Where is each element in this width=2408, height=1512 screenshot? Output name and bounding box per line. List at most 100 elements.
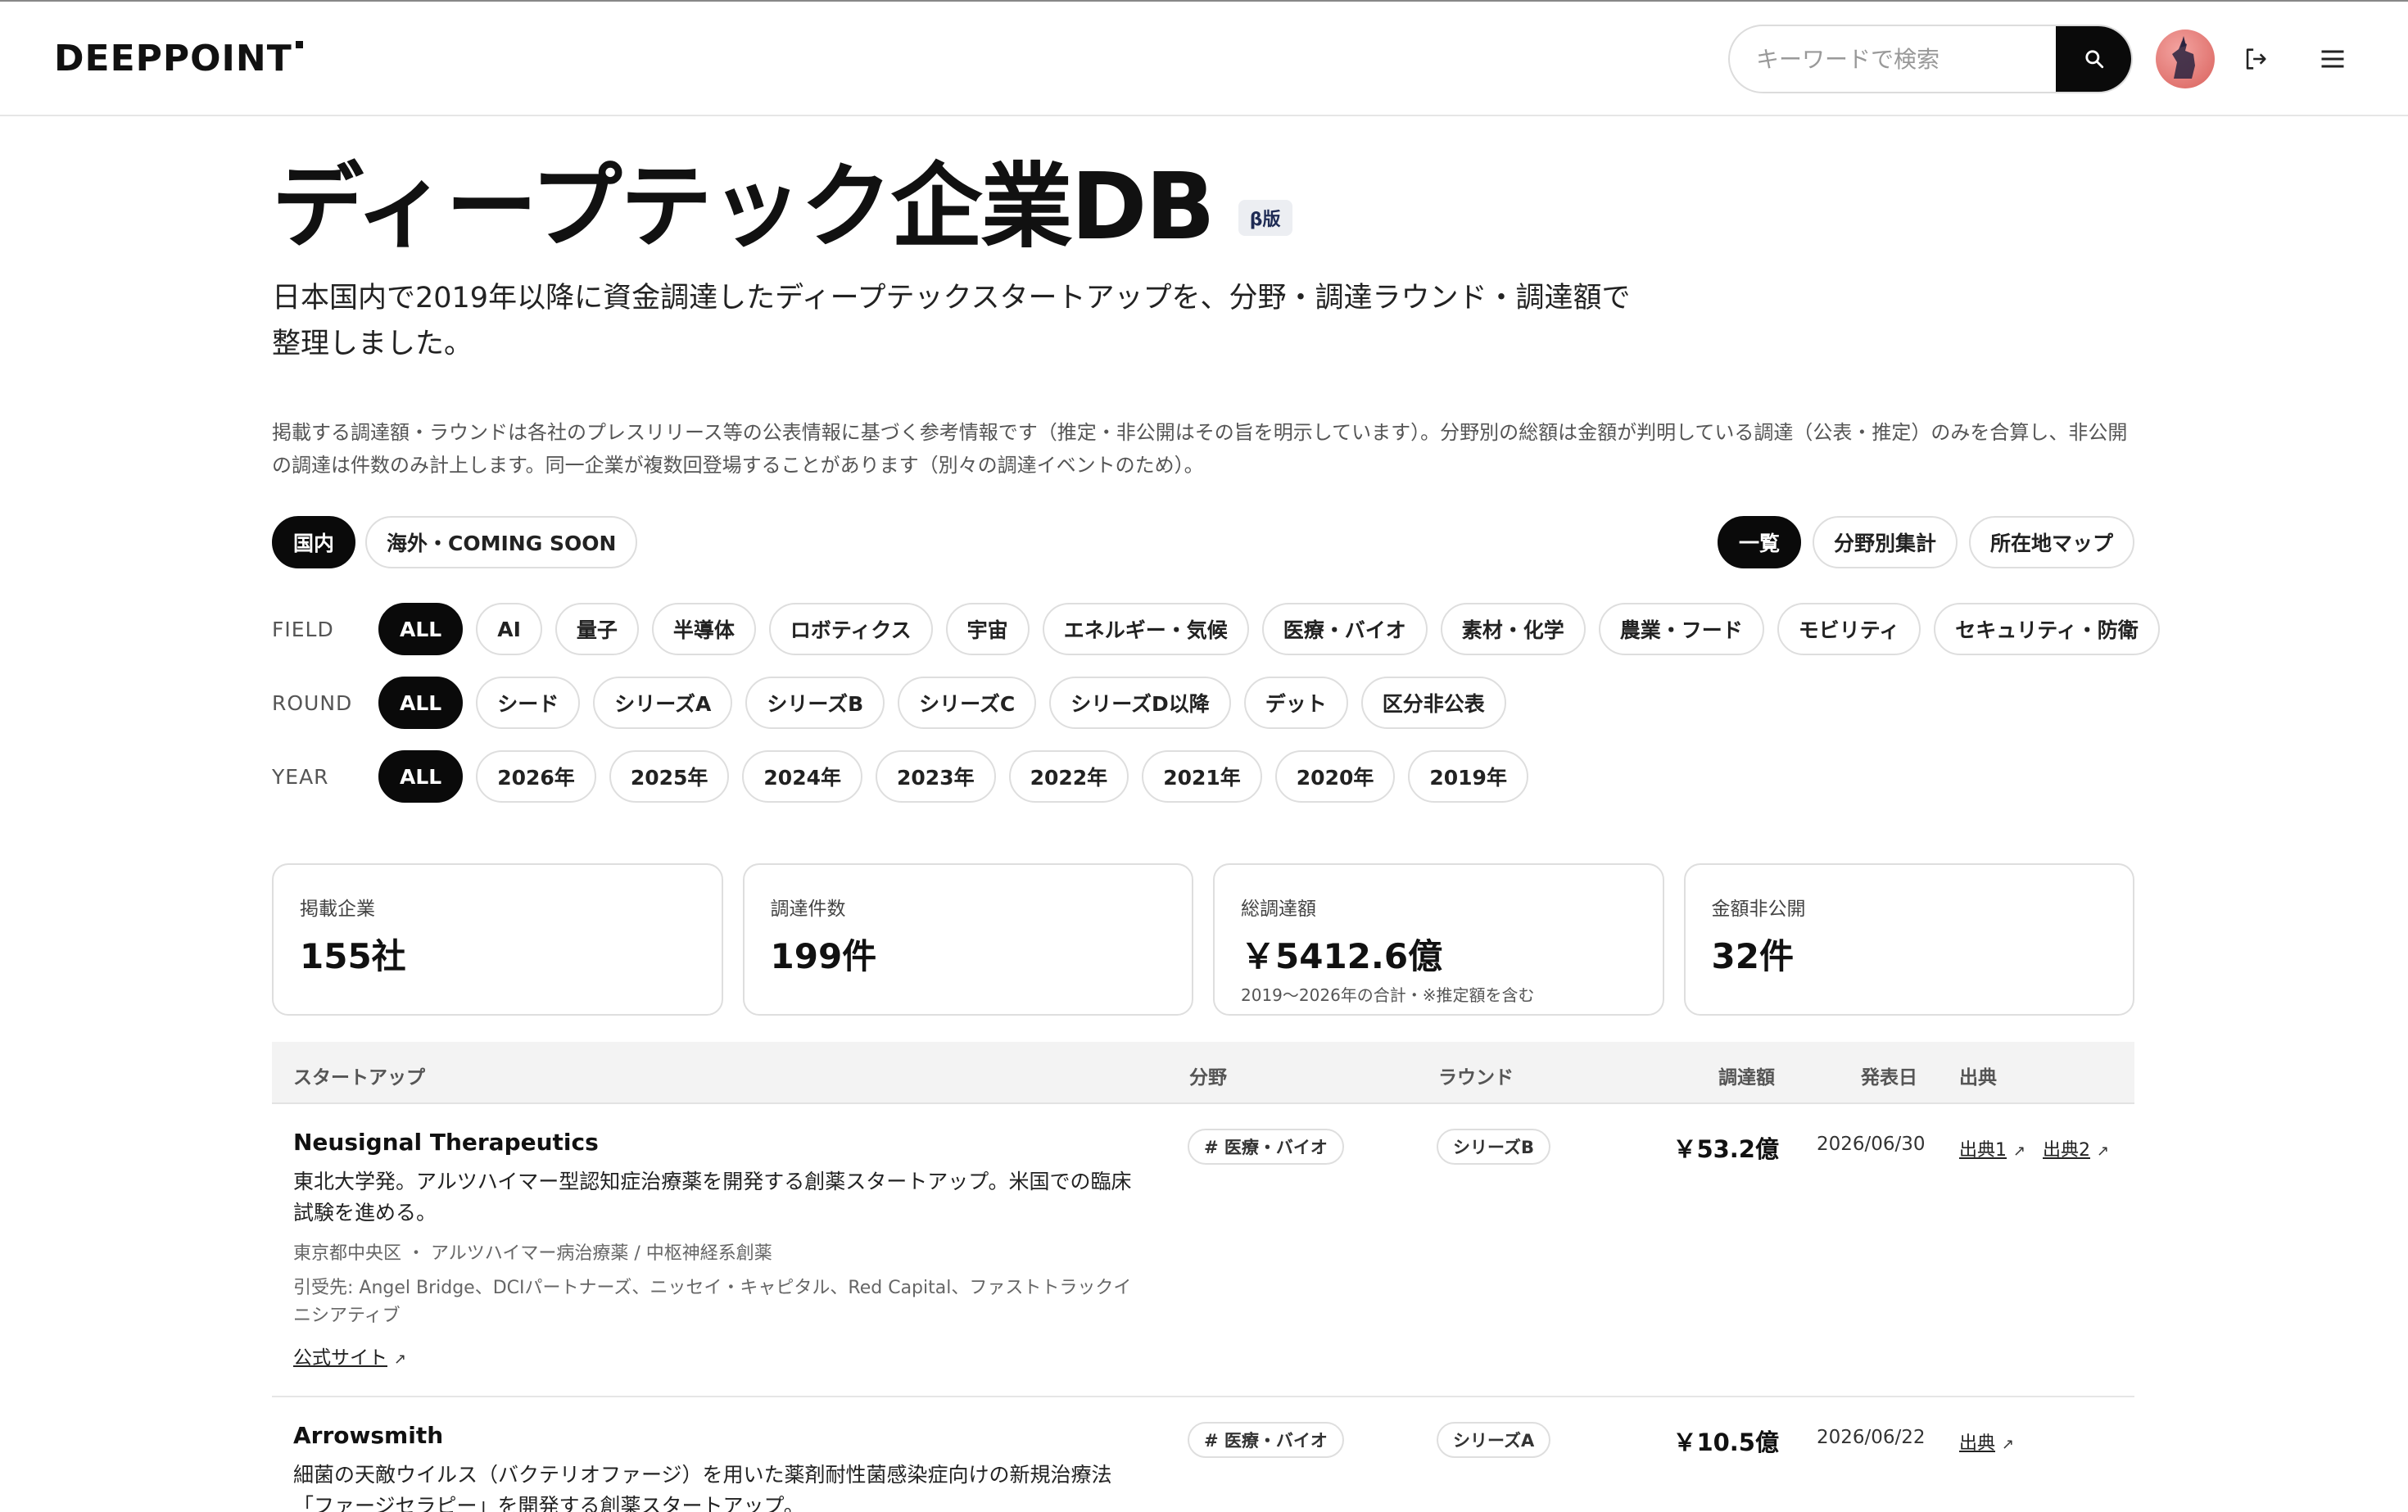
round-option-all[interactable]: ALL — [378, 677, 464, 729]
stat-card-undisclosed: 金額非公開 32件 — [1683, 863, 2134, 1016]
round-option-series-a[interactable]: シリーズA — [593, 677, 733, 729]
tab-field-summary[interactable]: 分野別集計 — [1812, 516, 1958, 568]
year-option-2021[interactable]: 2021年 — [1142, 750, 1262, 803]
year-option-2026[interactable]: 2026年 — [476, 750, 596, 803]
logo-text: DEEPPOINT — [54, 38, 292, 79]
round-option-debt[interactable]: デット — [1243, 677, 1348, 729]
search-box — [1728, 25, 2133, 93]
year-option-2022[interactable]: 2022年 — [1008, 750, 1129, 803]
field-option-medical-bio[interactable]: 医療・バイオ — [1261, 603, 1428, 655]
funding-amount: ￥53.2億 — [1672, 1135, 1779, 1163]
year-option-2023[interactable]: 2023年 — [876, 750, 996, 803]
round-option-series-c[interactable]: シリーズC — [898, 677, 1037, 729]
startup-description: 細菌の天敵ウイルス（バクテリオファージ）を用いた薬剤耐性菌感染症向けの新規治療法… — [293, 1463, 1112, 1512]
column-header-amount[interactable]: 調達額 — [1718, 1062, 1775, 1089]
stat-card-companies: 掲載企業 155社 — [272, 863, 723, 1016]
year-option-all[interactable]: ALL — [378, 750, 464, 803]
table-row: Arrowsmith 細菌の天敵ウイルス（バクテリオファージ）を用いた薬剤耐性菌… — [272, 1397, 2134, 1512]
region-tabs: 国内 海外・COMING SOON — [272, 516, 638, 568]
search-icon — [2085, 50, 2104, 69]
year-option-2024[interactable]: 2024年 — [742, 750, 862, 803]
column-header-field[interactable]: 分野 — [1189, 1062, 1227, 1089]
tab-list-view[interactable]: 一覧 — [1717, 516, 1801, 568]
column-header-startup[interactable]: スタートアップ — [293, 1062, 425, 1089]
startup-description: 東北大学発。アルツハイマー型認知症治療薬を開発する創薬スタートアップ。米国での臨… — [293, 1170, 1132, 1225]
funding-amount: ￥10.5億 — [1672, 1428, 1779, 1456]
tab-overseas[interactable]: 海外・COMING SOON — [365, 516, 638, 568]
source-link-2[interactable]: 出典2 ↗ — [2043, 1135, 2109, 1161]
source-label: 出典1 — [1959, 1140, 2007, 1161]
user-avatar[interactable] — [2156, 29, 2215, 88]
round-filter-row: ROUND ALL シード シリーズA シリーズB シリーズC シリーズD以降 … — [272, 677, 1506, 729]
year-filter-row: YEAR ALL 2026年 2025年 2024年 2023年 2022年 2… — [272, 750, 1528, 803]
stat-card-total-amount: 総調達額 ￥5412.6億 2019〜2026年の合計・※推定額を含む — [1213, 863, 1664, 1016]
field-tag[interactable]: # 医療・バイオ — [1188, 1422, 1344, 1458]
external-link-icon: ↗ — [394, 1351, 407, 1368]
field-option-agri-food[interactable]: 農業・フード — [1598, 603, 1764, 655]
round-filter-label: ROUND — [272, 690, 353, 715]
stat-label: 掲載企業 — [300, 899, 375, 920]
field-tag[interactable]: # 医療・バイオ — [1188, 1129, 1344, 1165]
round-option-series-d-plus[interactable]: シリーズD以降 — [1049, 677, 1231, 729]
search-button[interactable] — [2056, 26, 2131, 92]
top-navigation-bar: DEEPPOINT — [0, 0, 2408, 116]
round-option-seed[interactable]: シード — [476, 677, 581, 729]
field-filter-label: FIELD — [272, 617, 334, 641]
announce-date: 2026/06/22 — [1817, 1427, 1926, 1448]
tab-location-map[interactable]: 所在地マップ — [1968, 516, 2134, 568]
view-tabs: 一覧 分野別集計 所在地マップ — [1717, 516, 2134, 568]
external-link-icon: ↗ — [2002, 1436, 2015, 1453]
field-option-semiconductor[interactable]: 半導体 — [651, 603, 756, 655]
year-option-2019[interactable]: 2019年 — [1408, 750, 1528, 803]
year-option-2020[interactable]: 2020年 — [1274, 750, 1396, 803]
official-site-label: 公式サイト — [293, 1347, 387, 1369]
field-option-materials-chemistry[interactable]: 素材・化学 — [1440, 603, 1586, 655]
deeppoint-logo[interactable]: DEEPPOINT — [54, 38, 303, 79]
stat-subtext: 2019〜2026年の合計・※推定額を含む — [1241, 985, 1535, 1005]
stat-label: 調達件数 — [770, 899, 846, 920]
page-subtitle: 日本国内で2019年以降に資金調達したディープテックスタートアップを、分野・調達… — [272, 282, 1631, 360]
stat-label: 金額非公開 — [1711, 899, 1806, 920]
year-option-2025[interactable]: 2025年 — [609, 750, 730, 803]
field-filter-row: FIELD ALL AI 量子 半導体 ロボティクス 宇宙 エネルギー・気候 医… — [272, 603, 2160, 655]
logout-icon — [2246, 48, 2266, 70]
hamburger-menu-icon — [2321, 50, 2344, 68]
field-option-mobility[interactable]: モビリティ — [1777, 603, 1921, 655]
column-header-round[interactable]: ラウンド — [1438, 1062, 1514, 1089]
field-option-energy-climate[interactable]: エネルギー・気候 — [1042, 603, 1249, 655]
field-option-quantum[interactable]: 量子 — [554, 603, 639, 655]
announce-date: 2026/06/30 — [1817, 1134, 1926, 1155]
tab-domestic[interactable]: 国内 — [272, 516, 356, 568]
round-option-undisclosed[interactable]: 区分非公表 — [1360, 677, 1506, 729]
source-label: 出典 — [1959, 1433, 1996, 1454]
round-option-series-b[interactable]: シリーズB — [745, 677, 885, 729]
year-filter-label: YEAR — [272, 764, 329, 789]
field-option-all[interactable]: ALL — [378, 603, 464, 655]
startup-name[interactable]: Neusignal Therapeutics — [293, 1129, 599, 1156]
round-tag: シリーズA — [1437, 1422, 1551, 1458]
avatar-illustration — [2172, 36, 2195, 79]
search-input[interactable] — [1730, 26, 2057, 92]
source-link-1[interactable]: 出典 ↗ — [1959, 1428, 2014, 1455]
logout-button[interactable] — [2236, 39, 2275, 79]
startup-location-theme: 東京都中央区 ・ アルツハイマー病治療薬 / 中枢神経系創薬 — [293, 1243, 772, 1264]
data-disclaimer-note: 掲載する調達額・ラウンドは各社のプレスリリース等の公表情報に基づく参考情報です（… — [272, 421, 2128, 477]
source-link-1[interactable]: 出典1 ↗ — [1959, 1135, 2026, 1161]
table-row: Neusignal Therapeutics 東北大学発。アルツハイマー型認知症… — [272, 1104, 2134, 1397]
stat-value: 199件 — [770, 936, 877, 976]
menu-button[interactable] — [2313, 39, 2352, 79]
stat-value: ￥5412.6億 — [1241, 936, 1443, 976]
stat-label: 総調達額 — [1241, 899, 1316, 920]
beta-badge: β版 — [1238, 200, 1292, 236]
field-option-space[interactable]: 宇宙 — [945, 603, 1030, 655]
field-option-security-defense[interactable]: セキュリティ・防衛 — [1934, 603, 2160, 655]
field-option-ai[interactable]: AI — [476, 603, 542, 655]
official-site-link[interactable]: 公式サイト ↗ — [293, 1342, 406, 1369]
field-option-robotics[interactable]: ロボティクス — [768, 603, 933, 655]
summary-stats: 掲載企業 155社 調達件数 199件 総調達額 ￥5412.6億 2019〜2… — [272, 863, 2134, 1016]
table-header: スタートアップ 分野 ラウンド 調達額 発表日 出典 — [272, 1042, 2134, 1104]
stat-card-deals: 調達件数 199件 — [742, 863, 1193, 1016]
round-tag: シリーズB — [1437, 1129, 1550, 1165]
column-header-date[interactable]: 発表日 — [1861, 1062, 1917, 1089]
startup-name[interactable]: Arrowsmith — [293, 1422, 443, 1449]
